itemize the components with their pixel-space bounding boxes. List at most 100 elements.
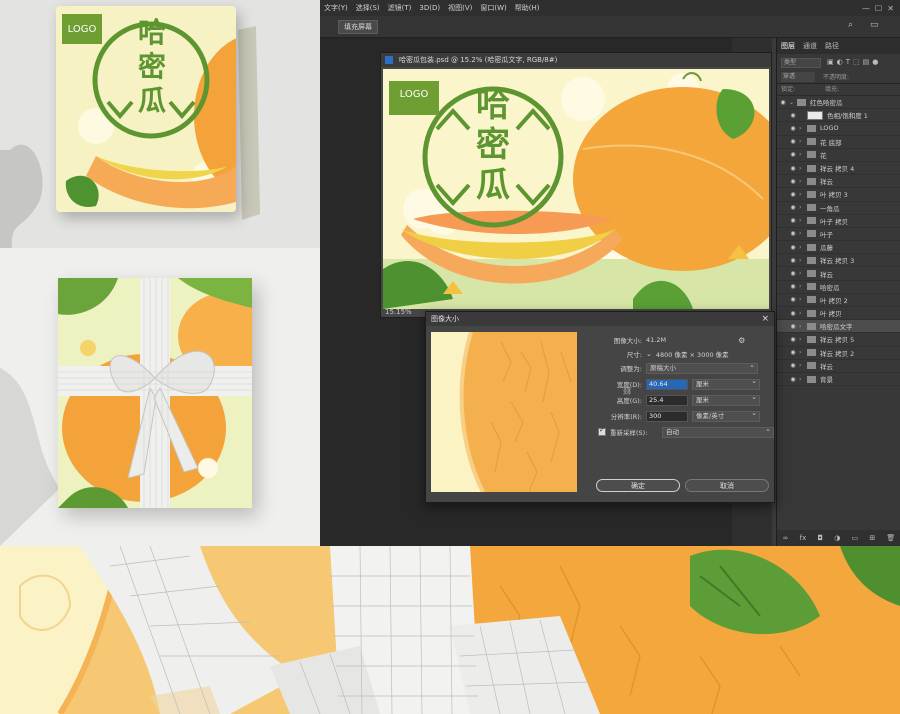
image-preview[interactable]	[431, 332, 577, 492]
visibility-eye-icon[interactable]: ◉	[787, 349, 799, 356]
visibility-eye-icon[interactable]: ◉	[787, 165, 799, 172]
chevron-down-icon[interactable]: ⌄	[646, 350, 652, 358]
visibility-eye-icon[interactable]: ◉	[787, 244, 799, 251]
fill-screen-button[interactable]: 填充屏幕	[338, 20, 378, 34]
layer-row[interactable]: ◉ › 祥云 拷贝 2	[777, 347, 900, 360]
expand-chevron-icon[interactable]: ›	[799, 151, 807, 158]
menu-item-window[interactable]: 窗口(W)	[480, 3, 506, 13]
height-input[interactable]: 25.4	[646, 394, 688, 406]
resample-checkbox[interactable]	[598, 426, 606, 436]
layer-row[interactable]: ◉ › 瓜藤	[777, 241, 900, 255]
visibility-eye-icon[interactable]: ◉	[787, 310, 799, 317]
expand-chevron-icon[interactable]: ›	[799, 217, 807, 224]
expand-chevron-icon[interactable]: ›	[799, 376, 807, 383]
layer-row[interactable]: ◉ › 叶子	[777, 228, 900, 242]
tab-layers[interactable]: 图层	[781, 41, 795, 51]
visibility-eye-icon[interactable]: ◉	[787, 178, 799, 185]
width-unit-select[interactable]: 厘米	[692, 377, 760, 390]
width-input[interactable]: 40.64	[646, 378, 688, 390]
layer-row[interactable]: ◉ › 祥云 拷贝 4	[777, 162, 900, 176]
expand-chevron-icon[interactable]: ›	[799, 191, 807, 198]
document-window[interactable]: 哈密瓜包装.psd @ 15.2% (哈密瓜文字, RGB/8#) LOGO 哈…	[380, 52, 772, 318]
expand-chevron-icon[interactable]: ›	[799, 336, 807, 343]
layer-kind-filter[interactable]: 类型	[781, 58, 821, 68]
visibility-eye-icon[interactable]: ◉	[787, 217, 799, 224]
visibility-eye-icon[interactable]: ◉	[787, 376, 799, 383]
gear-icon[interactable]: ⚙	[738, 336, 745, 345]
height-unit-select[interactable]: 厘米	[692, 393, 760, 406]
document-canvas[interactable]: LOGO 哈 密 瓜	[383, 69, 769, 309]
tab-channels[interactable]: 通道	[803, 41, 817, 51]
layer-row[interactable]: ◉ › 一角瓜	[777, 202, 900, 215]
link-icon[interactable]: ∞	[783, 534, 789, 542]
layer-row[interactable]: ◉ › 叶 拷贝 2	[777, 294, 900, 307]
cancel-button[interactable]: 取消	[685, 479, 769, 492]
expand-chevron-icon[interactable]: ›	[799, 204, 807, 211]
layer-row[interactable]: ◉ › 祥云 拷贝 5	[777, 333, 900, 347]
visibility-eye-icon[interactable]: ◉	[787, 138, 799, 145]
layer-row[interactable]: ◉ › 祥云	[777, 360, 900, 373]
search-icon[interactable]: ⌕	[848, 20, 853, 30]
expand-chevron-icon[interactable]: ›	[799, 244, 807, 251]
visibility-eye-icon[interactable]: ◉	[787, 323, 799, 330]
dialog-title-bar[interactable]: 图像大小 ×	[426, 312, 774, 326]
expand-chevron-icon[interactable]: ›	[799, 362, 807, 369]
expand-chevron-icon[interactable]: ›	[799, 178, 807, 185]
visibility-eye-icon[interactable]: ◉	[787, 204, 799, 211]
layer-row[interactable]: ◉ › 哈密瓜	[777, 281, 900, 294]
filter-icons[interactable]: ▣◐T⬚▤●	[827, 58, 881, 66]
layer-row[interactable]: ◉ › LOGO	[777, 122, 900, 136]
layer-row[interactable]: ◉ › 花	[777, 149, 900, 162]
visibility-eye-icon[interactable]: ◉	[787, 257, 799, 264]
menu-item-text[interactable]: 文字(Y)	[324, 3, 348, 13]
visibility-eye-icon[interactable]: ◉	[777, 99, 789, 106]
menu-item-help[interactable]: 帮助(H)	[515, 3, 540, 13]
visibility-eye-icon[interactable]: ◉	[787, 191, 799, 198]
layer-row[interactable]: ◉ › 叶 拷贝	[777, 307, 900, 321]
menu-item-view[interactable]: 视图(V)	[448, 3, 472, 13]
visibility-eye-icon[interactable]: ◉	[787, 230, 799, 237]
expand-chevron-icon[interactable]: ›	[799, 138, 807, 145]
expand-chevron-icon[interactable]: ›	[799, 165, 807, 172]
layer-row[interactable]: ◉ › 祥云 拷贝 3	[777, 254, 900, 268]
expand-chevron-icon[interactable]: ›	[799, 257, 807, 264]
resolution-input[interactable]: 300	[646, 410, 688, 422]
layer-row[interactable]: ◉ ⌄ 红色哈密瓜	[777, 96, 900, 110]
expand-chevron-icon[interactable]: ›	[799, 125, 807, 132]
expand-chevron-icon[interactable]: ›	[799, 323, 807, 330]
new-group-icon[interactable]: ▭	[852, 534, 859, 542]
trash-icon[interactable]: 🗑	[886, 534, 895, 542]
adjustment-icon[interactable]: ◑	[834, 534, 840, 542]
expand-chevron-icon[interactable]: ›	[799, 296, 807, 303]
layer-row[interactable]: ◉ › 祥云	[777, 175, 900, 189]
new-layer-icon[interactable]: ⊞	[869, 534, 875, 542]
layer-row[interactable]: ◉ › 背景	[777, 373, 900, 387]
ok-button[interactable]: 确定	[596, 479, 680, 492]
close-icon[interactable]: ×	[761, 312, 769, 326]
layer-row[interactable]: ◉ › 叶子 拷贝	[777, 215, 900, 228]
menu-item-select[interactable]: 选择(S)	[356, 3, 380, 13]
layer-row[interactable]: ◉ › 祥云	[777, 267, 900, 281]
expand-chevron-icon[interactable]: ›	[799, 270, 807, 277]
resolution-unit-select[interactable]: 像素/英寸	[692, 409, 760, 422]
mask-icon[interactable]: ◘	[817, 534, 823, 542]
visibility-eye-icon[interactable]: ◉	[787, 296, 799, 303]
visibility-eye-icon[interactable]: ◉	[787, 125, 799, 132]
layer-row[interactable]: ◉ › 花 底部	[777, 136, 900, 149]
expand-chevron-icon[interactable]: ›	[799, 283, 807, 290]
fit-to-select[interactable]: 原稿大小	[646, 361, 758, 374]
layer-row[interactable]: ◉ › 哈密瓜文字	[777, 320, 900, 334]
document-tab[interactable]: 哈密瓜包装.psd @ 15.2% (哈密瓜文字, RGB/8#)	[381, 53, 771, 67]
menu-item-3d[interactable]: 3D(D)	[419, 4, 440, 12]
blend-mode-select[interactable]: 穿透	[781, 72, 815, 82]
visibility-eye-icon[interactable]: ◉	[787, 336, 799, 343]
visibility-eye-icon[interactable]: ◉	[787, 151, 799, 158]
visibility-eye-icon[interactable]: ◉	[787, 362, 799, 369]
layer-row[interactable]: ◉ 色相/饱和度 1	[777, 109, 900, 123]
fx-icon[interactable]: fx	[800, 534, 807, 542]
expand-chevron-icon[interactable]: ›	[799, 230, 807, 237]
window-controls[interactable]: — ☐ ✕	[862, 4, 900, 13]
layer-row[interactable]: ◉ › 叶 拷贝 3	[777, 188, 900, 202]
visibility-eye-icon[interactable]: ◉	[787, 270, 799, 277]
visibility-eye-icon[interactable]: ◉	[787, 283, 799, 290]
